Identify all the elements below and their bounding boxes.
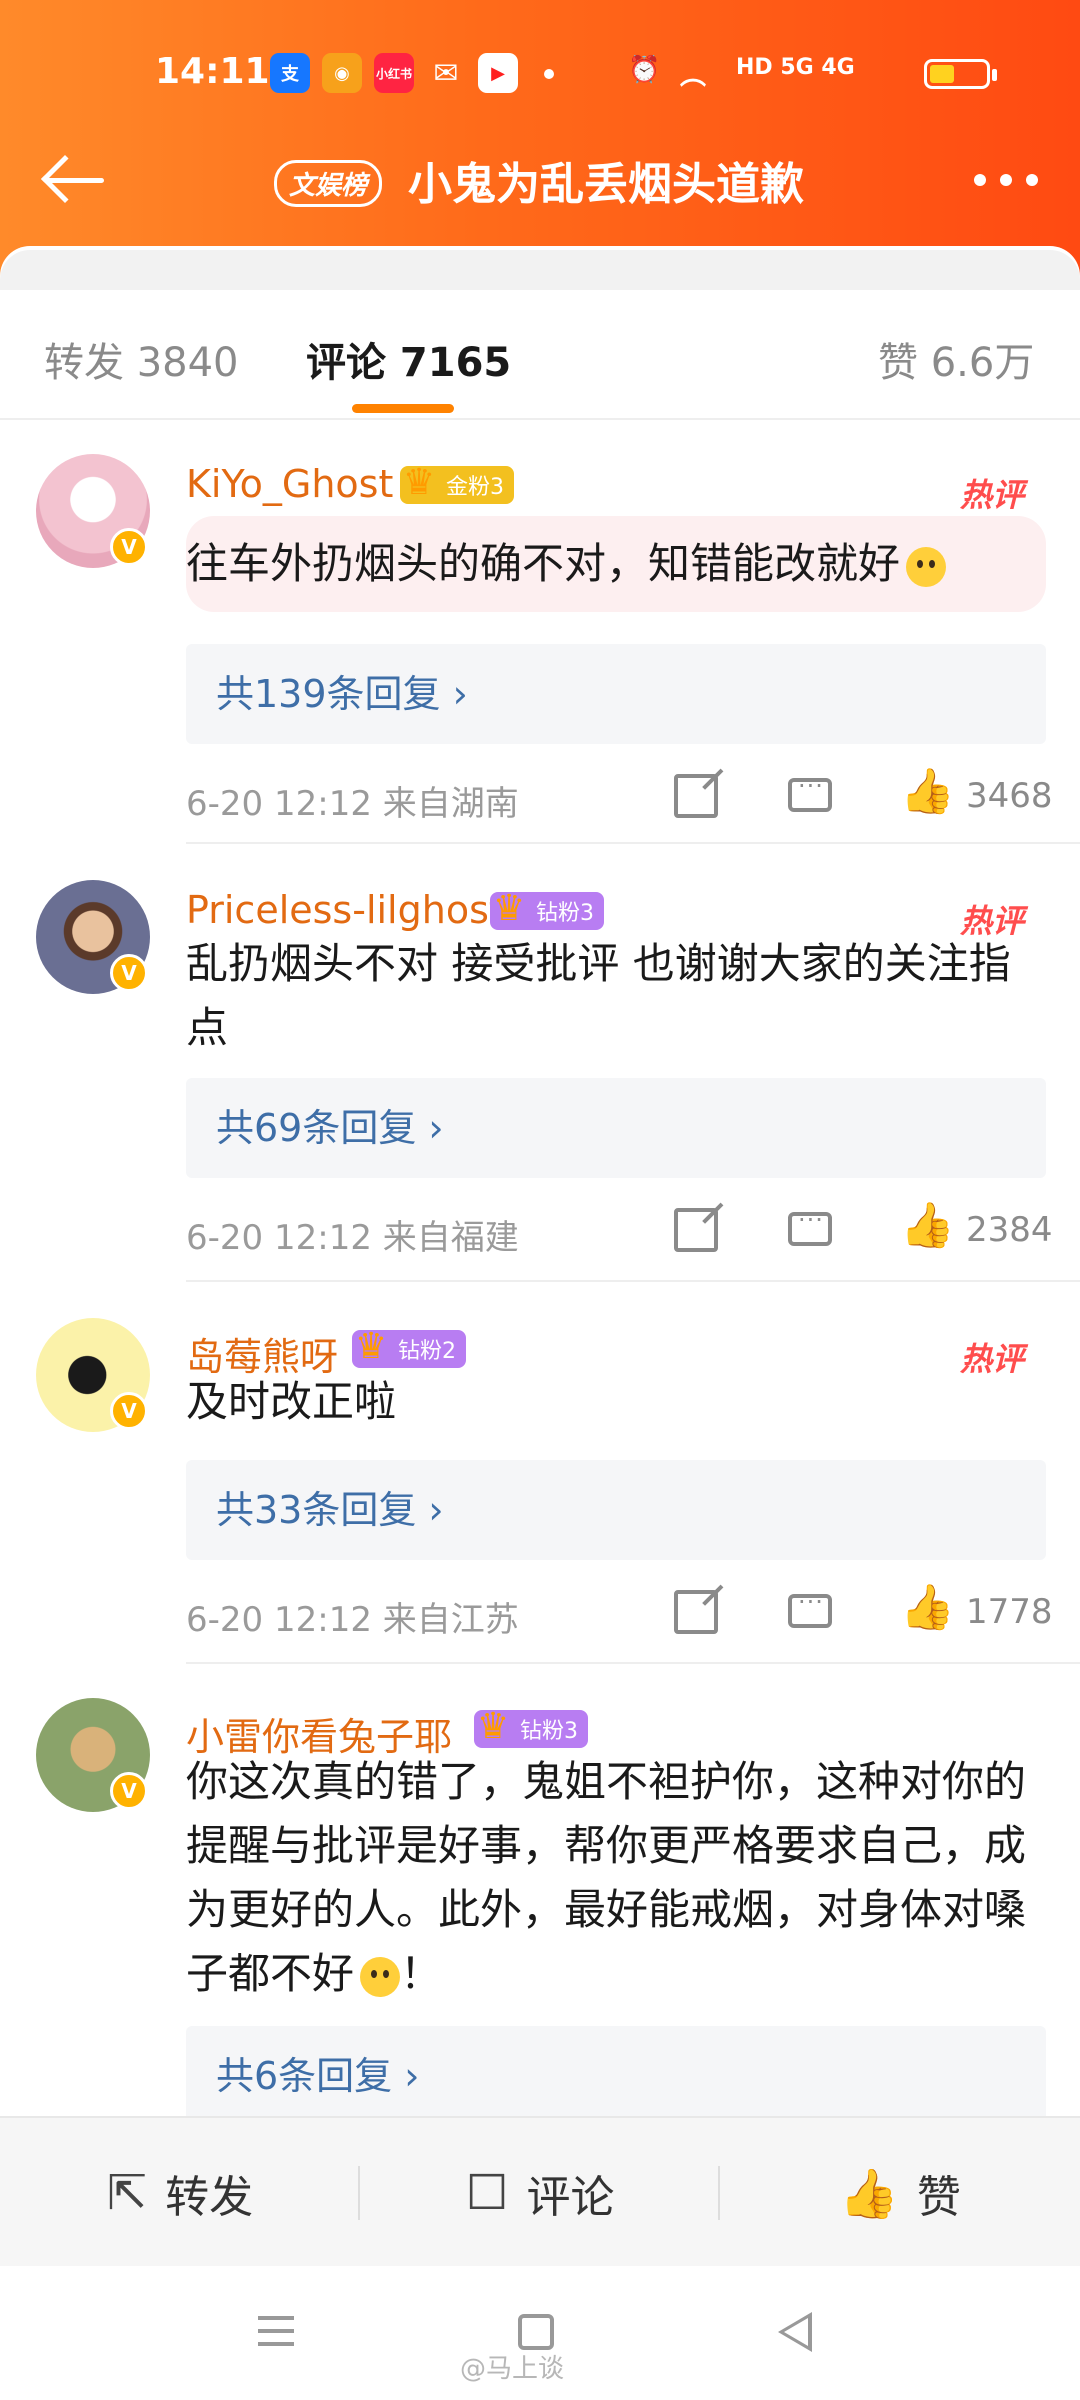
tab-bar: 转发 3840 评论 7165 赞 6.6万 — [0, 290, 1080, 420]
tab-repost[interactable]: 转发 3840 — [44, 330, 239, 388]
like-icon[interactable]: 👍 — [900, 770, 955, 814]
replies-link[interactable]: 共6条回复 › — [186, 2026, 1046, 2126]
avatar[interactable]: V — [36, 880, 150, 994]
comment-text: 及时改正啦 — [186, 1377, 397, 1426]
like-button[interactable]: 👍 赞 — [720, 2118, 1080, 2268]
comment-icon[interactable] — [788, 1206, 832, 1246]
divider — [186, 1662, 1080, 1664]
crown-icon: ♛ — [354, 1326, 388, 1367]
replies-link[interactable]: 共69条回复 › — [186, 1078, 1046, 1178]
verified-icon: V — [110, 1772, 148, 1810]
crown-icon: ♛ — [402, 462, 436, 503]
comment-icon[interactable] — [788, 1588, 832, 1628]
wechat-icon: ✉ — [433, 55, 459, 91]
comment-button[interactable]: ☐ 评论 — [360, 2118, 720, 2268]
active-tab-indicator — [352, 404, 454, 413]
fan-badge: ♛ 钻粉2 — [352, 1326, 466, 1368]
like-count: 2384 — [966, 1210, 1053, 1250]
back-arrow-icon[interactable] — [40, 150, 110, 210]
replies-link[interactable]: 共33条回复 › — [186, 1460, 1046, 1560]
crown-icon: ♛ — [492, 888, 526, 929]
menu-icon[interactable] — [258, 2316, 294, 2346]
like-icon[interactable]: 👍 — [900, 1586, 955, 1630]
more-options-icon[interactable] — [970, 170, 1040, 190]
comment-text: 往车外扔烟头的确不对，知错能改就好 — [186, 516, 1046, 612]
like-icon: 👍 — [839, 2165, 899, 2222]
replies-link[interactable]: 共139条回复 › — [186, 644, 1046, 744]
fan-badge: ♛ 钻粉3 — [474, 1706, 588, 1748]
verified-icon: V — [110, 528, 148, 566]
home-icon[interactable] — [518, 2314, 554, 2350]
avatar[interactable]: V — [36, 1318, 150, 1432]
fan-badge: ♛ 金粉3 — [400, 462, 514, 504]
crown-icon: ♛ — [476, 1706, 510, 1747]
network-icon: HD 5G 4G — [736, 55, 855, 80]
comment-icon: ☐ — [465, 2165, 509, 2221]
alipay-icon: 支 — [270, 53, 310, 93]
repost-button[interactable]: ⇱ 转发 — [0, 2118, 360, 2268]
hot-comment-label: 热评 — [960, 476, 1025, 514]
weibo-icon: ◉ — [322, 53, 362, 93]
emoji-icon — [360, 1956, 401, 1997]
avatar[interactable]: V — [36, 454, 150, 568]
comment-icon[interactable] — [788, 772, 832, 812]
xiaohongshu-icon: 小红书 — [374, 53, 414, 93]
comment-text: 乱扔烟头不对 接受批评 也谢谢大家的关注指点 — [186, 939, 1011, 1052]
sheet-top-strip — [0, 250, 1080, 290]
verified-icon: V — [110, 1392, 148, 1430]
emoji-icon — [906, 546, 947, 587]
share-icon[interactable] — [674, 774, 718, 818]
like-icon[interactable]: 👍 — [900, 1204, 955, 1248]
username[interactable]: Priceless-lilghost — [186, 888, 504, 932]
alarm-icon: ⏰ — [628, 55, 661, 85]
comment-meta: 6-20 12:12 来自湖南 — [186, 784, 519, 824]
divider — [186, 1280, 1080, 1282]
like-count: 3468 — [966, 776, 1053, 816]
divider — [186, 842, 1080, 844]
video-icon: ▶ — [478, 53, 518, 93]
status-bar: 14:11 支 ◉ 小红书 ✉ ▶ ⏰ ︵ HD 5G 4G — [0, 45, 1080, 101]
comment-meta: 6-20 12:12 来自福建 — [186, 1218, 519, 1258]
tab-likes[interactable]: 赞 6.6万 — [878, 330, 1034, 388]
username[interactable]: KiYo_Ghost — [186, 462, 393, 506]
wifi-icon: ︵ — [680, 61, 707, 91]
notification-dot-icon — [544, 69, 554, 79]
verified-icon: V — [110, 954, 148, 992]
tab-comments[interactable]: 评论 7165 — [306, 330, 511, 388]
nav-bar: 文娱榜 小鬼为乱丢烟头道歉 — [0, 140, 1080, 220]
fan-badge: ♛ 钻粉3 — [490, 888, 604, 930]
back-triangle-icon[interactable] — [778, 2312, 812, 2352]
avatar[interactable]: V — [36, 1698, 150, 1812]
comment-meta: 6-20 12:12 来自江苏 — [186, 1600, 519, 1640]
share-icon[interactable] — [674, 1208, 718, 1252]
ranking-badge[interactable]: 文娱榜 — [274, 160, 383, 207]
share-icon: ⇱ — [106, 2165, 148, 2221]
watermark: @马上谈 — [460, 2354, 565, 2384]
like-count: 1778 — [966, 1592, 1053, 1632]
comment-text: 你这次真的错了，鬼姐不袒护你，这种对你的提醒与批评是好事，帮你更严格要求自己，成… — [186, 1757, 1027, 1998]
status-time: 14:11 — [155, 51, 270, 92]
bottom-action-bar: ⇱ 转发 ☐ 评论 👍 赞 — [0, 2116, 1080, 2266]
battery-icon — [924, 59, 997, 89]
share-icon[interactable] — [674, 1590, 718, 1634]
page-title: 小鬼为乱丢烟头道歉 — [408, 159, 804, 210]
